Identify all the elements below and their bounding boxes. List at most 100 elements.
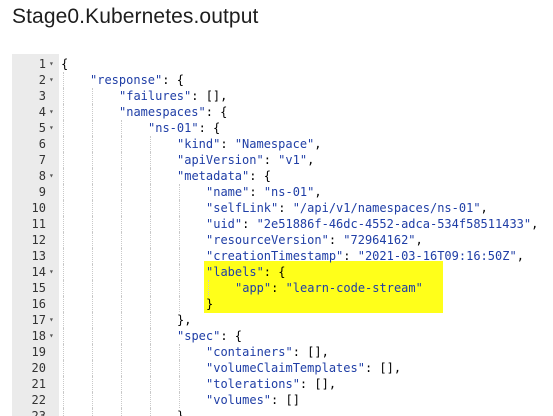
code-text: "name": "ns-01",	[206, 184, 322, 200]
line-number: 13	[31, 249, 46, 263]
line-number: 20	[31, 361, 46, 375]
fold-chevron-down-icon[interactable]: ▾	[49, 72, 54, 88]
json-punctuation: :	[242, 217, 257, 231]
fold-chevron-down-icon[interactable]: ▾	[49, 56, 54, 72]
line-number: 22	[31, 393, 46, 407]
line-number: 6	[38, 137, 46, 151]
json-key: "containers"	[206, 345, 293, 359]
json-punctuation: : {	[205, 105, 228, 119]
json-key: "metadata"	[177, 169, 250, 183]
json-string: "/api/v1/namespaces/ns-01"	[292, 201, 481, 215]
code-text: "volumeClaimTemplates": [],	[206, 360, 401, 376]
code-line: 7 "apiVersion": "v1",	[12, 152, 553, 168]
code-text: }	[177, 408, 184, 416]
line-number: 18	[31, 329, 46, 343]
code-text: "failures": [],	[119, 88, 227, 104]
line-number: 15	[31, 281, 46, 295]
json-key: "apiVersion"	[177, 153, 264, 167]
line-number: 2	[38, 73, 46, 87]
code-line: 1 ▾ {	[12, 56, 553, 72]
json-punctuation: :	[271, 281, 286, 295]
json-string: "ns-01"	[263, 185, 315, 199]
line-number: 16	[31, 297, 46, 311]
json-key: "resourceVersion"	[206, 233, 329, 247]
code-line: 4 ▾ "namespaces": {	[12, 104, 553, 120]
json-key: "ns-01"	[148, 121, 199, 135]
code-line: 9 "name": "ns-01",	[12, 184, 553, 200]
fold-chevron-down-icon[interactable]: ▾	[49, 104, 54, 120]
json-punctuation: },	[177, 313, 192, 327]
json-punctuation: ,	[480, 201, 488, 215]
code-line: 16}	[12, 296, 553, 312]
json-key: "spec"	[177, 329, 221, 343]
line-number: 3	[38, 89, 46, 103]
fold-chevron-down-icon[interactable]: ▾	[49, 264, 54, 280]
code-line: 5 ▾ "ns-01": {	[12, 120, 553, 136]
code-text: "apiVersion": "v1",	[177, 152, 314, 168]
code-line: 2 ▾ "response": {	[12, 72, 553, 88]
json-punctuation: ,	[516, 249, 524, 263]
fold-chevron-down-icon[interactable]: ▾	[49, 312, 54, 328]
json-key: "tolerations"	[206, 377, 300, 391]
code-text: "spec": {	[177, 328, 242, 344]
line-number: 7	[38, 153, 46, 167]
json-punctuation: : [],	[191, 89, 228, 103]
json-punctuation: :	[328, 233, 344, 247]
json-string: "v1"	[278, 153, 308, 167]
json-key: "response"	[90, 73, 163, 87]
code-line: 6 "kind": "Namespace",	[12, 136, 553, 152]
line-number: 12	[31, 233, 46, 247]
code-line: 15 "app": "learn-code-stream"	[12, 280, 553, 296]
json-punctuation: }	[177, 409, 185, 416]
page-title: Stage0.Kubernetes.output	[12, 5, 259, 28]
json-punctuation: }	[206, 297, 214, 311]
json-punctuation: :	[343, 249, 358, 263]
json-key: "app"	[235, 281, 272, 295]
code-text: "volumes": []	[206, 392, 300, 408]
json-punctuation: ,	[307, 153, 315, 167]
code-editor[interactable]: 1 ▾{2 ▾ "response": {3 "failures": [], 4 ▾ "nam…	[12, 54, 553, 416]
code-line: 8 ▾ "metadata": {	[12, 168, 553, 184]
code-text: {	[61, 56, 68, 72]
json-punctuation: : {	[198, 121, 221, 135]
json-string: "learn-code-stream"	[285, 281, 423, 295]
code-line: 17 ▾},	[12, 312, 553, 328]
json-punctuation: :	[278, 201, 293, 215]
json-punctuation: {	[61, 57, 69, 71]
json-string: "Namespace"	[234, 137, 315, 151]
fold-chevron-down-icon[interactable]: ▾	[49, 168, 54, 184]
json-punctuation: : [],	[299, 377, 337, 391]
json-string: "2e51886f-46dc-4552-adca-534f58511433"	[256, 217, 532, 231]
fold-chevron-down-icon[interactable]: ▾	[49, 328, 54, 344]
json-punctuation: : {	[162, 73, 184, 87]
json-punctuation: :	[249, 185, 264, 199]
json-key: "failures"	[119, 89, 192, 103]
json-punctuation: : []	[271, 393, 300, 407]
json-key: "kind"	[177, 137, 221, 151]
code-line: 23}	[12, 408, 553, 416]
code-line: 22 "volumes": []	[12, 392, 553, 408]
code-line: 13 "creationTimestamp": "2021-03-16T09:16…	[12, 248, 553, 264]
json-punctuation: : {	[263, 265, 286, 279]
json-punctuation: :	[220, 137, 235, 151]
code-line: 19 "containers": [],	[12, 344, 553, 360]
code-text: "labels": {	[206, 264, 285, 280]
json-punctuation: : [],	[292, 345, 329, 359]
code-line: 3 "failures": [],	[12, 88, 553, 104]
json-punctuation: : {	[249, 169, 271, 183]
json-key: "labels"	[206, 265, 264, 279]
code-line: 18 ▾ "spec": {	[12, 328, 553, 344]
json-key: "volumes"	[206, 393, 272, 407]
line-number: 14	[31, 265, 46, 279]
code-line: 11 "uid": "2e51886f-46dc-4552-adca-534f58…	[12, 216, 553, 232]
line-number: 19	[31, 345, 46, 359]
code-text: "tolerations": [],	[206, 376, 336, 392]
code-line: 10 "selfLink": "/api/v1/namespaces/ns-01"…	[12, 200, 553, 216]
code-text: "response": {	[90, 72, 184, 88]
json-key: "name"	[206, 185, 250, 199]
code-line: 14 ▾ "labels": {	[12, 264, 553, 280]
fold-chevron-down-icon[interactable]: ▾	[49, 120, 54, 136]
code-text: "resourceVersion": "72964162",	[206, 232, 423, 248]
json-punctuation: ,	[314, 185, 322, 199]
line-number: 4	[38, 105, 46, 119]
